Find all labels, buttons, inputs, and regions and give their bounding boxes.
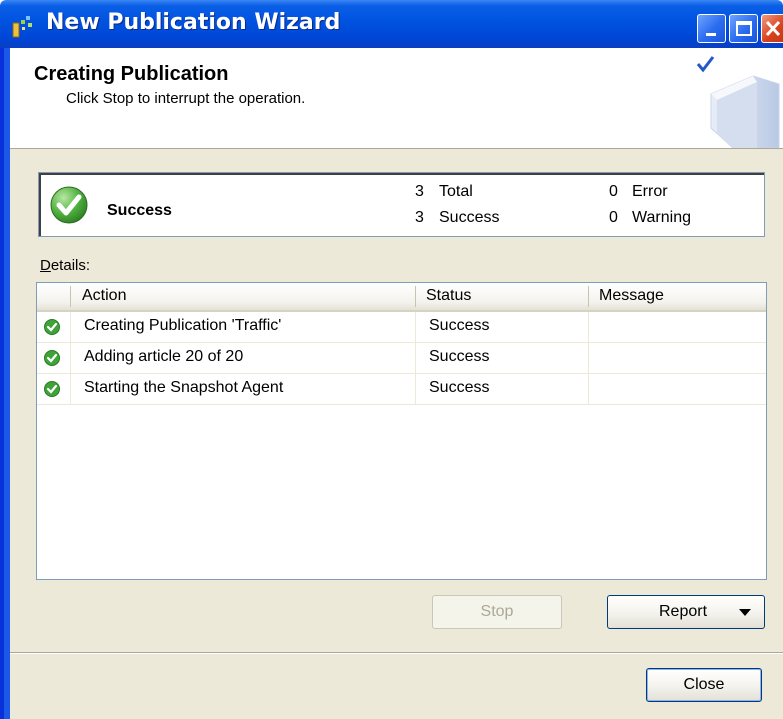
report-button-label: Report bbox=[659, 603, 708, 620]
stop-button[interactable]: Stop bbox=[432, 595, 562, 629]
wizard-app-icon bbox=[12, 16, 32, 38]
dropdown-arrow-icon bbox=[739, 609, 751, 616]
close-icon bbox=[765, 20, 781, 37]
column-header-status[interactable]: Status bbox=[426, 287, 471, 305]
warning-label: Warning bbox=[632, 209, 691, 226]
table-header: Action Status Message bbox=[37, 283, 766, 312]
maximize-icon bbox=[736, 21, 752, 36]
success-check-icon bbox=[44, 319, 60, 335]
error-count: 0 bbox=[609, 183, 618, 200]
details-label: Details: bbox=[40, 257, 90, 274]
close-window-button[interactable] bbox=[761, 14, 783, 43]
success-count: 3 bbox=[415, 209, 424, 226]
minimize-icon bbox=[706, 33, 716, 36]
book-checkmark-icon bbox=[696, 56, 780, 148]
title-bar[interactable]: New Publication Wizard bbox=[0, 0, 783, 48]
cell-divider bbox=[415, 374, 416, 404]
table-row[interactable]: Starting the Snapshot Agent Success bbox=[37, 374, 766, 405]
cell-divider bbox=[70, 374, 71, 404]
cell-divider bbox=[588, 343, 589, 373]
warning-count: 0 bbox=[609, 209, 618, 226]
success-check-icon bbox=[50, 186, 88, 224]
success-label: Success bbox=[439, 209, 500, 226]
wizard-body: Success 3 Total 3 Success 0 Error 0 Warn… bbox=[10, 149, 783, 719]
wizard-header: Creating Publication Click Stop to inter… bbox=[10, 48, 783, 149]
column-header-action[interactable]: Action bbox=[82, 287, 126, 305]
details-label-text: etails: bbox=[50, 257, 91, 274]
row-status: Success bbox=[429, 317, 490, 334]
cell-divider bbox=[70, 312, 71, 342]
row-action: Creating Publication 'Traffic' bbox=[84, 317, 282, 334]
row-status: Success bbox=[429, 379, 490, 396]
details-table[interactable]: Action Status Message Creating Publicati… bbox=[36, 282, 767, 580]
footer-divider-highlight bbox=[10, 653, 783, 654]
table-row[interactable]: Creating Publication 'Traffic' Success bbox=[37, 312, 766, 343]
total-count: 3 bbox=[415, 183, 424, 200]
row-status: Success bbox=[429, 348, 490, 365]
summary-panel: Success 3 Total 3 Success 0 Error 0 Warn… bbox=[38, 172, 765, 237]
row-action: Adding article 20 of 20 bbox=[84, 348, 244, 365]
cell-divider bbox=[415, 312, 416, 342]
row-action: Starting the Snapshot Agent bbox=[84, 379, 284, 396]
summary-status: Success bbox=[107, 202, 172, 219]
error-label: Error bbox=[632, 183, 668, 200]
column-separator bbox=[588, 286, 589, 307]
details-label-accelerator: D bbox=[40, 257, 51, 274]
column-separator bbox=[415, 286, 416, 307]
table-row[interactable]: Adding article 20 of 20 Success bbox=[37, 343, 766, 374]
column-header-message[interactable]: Message bbox=[599, 287, 664, 305]
maximize-button[interactable] bbox=[729, 14, 758, 43]
cell-divider bbox=[415, 343, 416, 373]
minimize-button[interactable] bbox=[697, 14, 726, 43]
cell-divider bbox=[588, 312, 589, 342]
page-subtitle: Click Stop to interrupt the operation. bbox=[66, 90, 306, 107]
success-check-icon bbox=[44, 381, 60, 397]
cell-divider bbox=[588, 374, 589, 404]
total-label: Total bbox=[439, 183, 473, 200]
report-button[interactable]: Report bbox=[607, 595, 765, 629]
cell-divider bbox=[70, 343, 71, 373]
page-title: Creating Publication bbox=[34, 63, 229, 85]
success-check-icon bbox=[44, 350, 60, 366]
column-separator bbox=[70, 286, 71, 307]
close-button[interactable]: Close bbox=[646, 668, 762, 702]
window-title: New Publication Wizard bbox=[46, 10, 341, 35]
